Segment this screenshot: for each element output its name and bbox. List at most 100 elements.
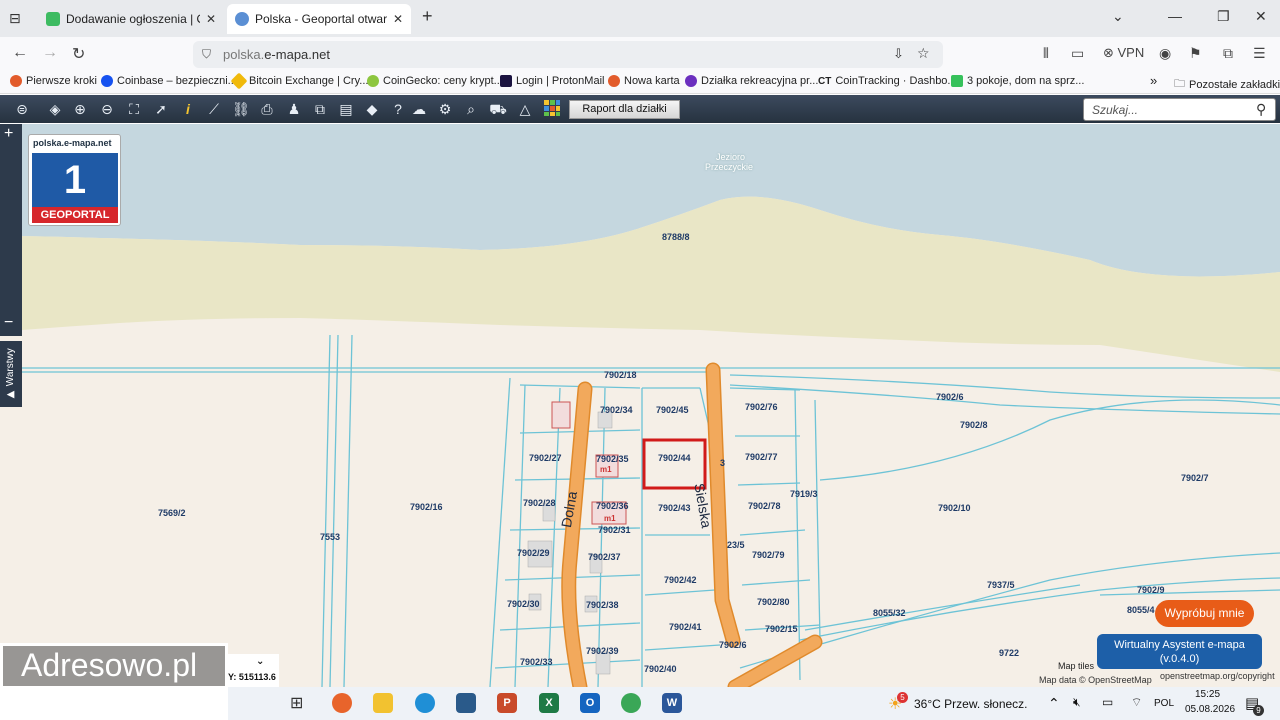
compare-icon[interactable]: ⧉ [310, 99, 330, 119]
close-tab-icon[interactable]: ✕ [206, 12, 216, 26]
osm-copyright-link[interactable]: openstreetmap.org/copyright [1160, 671, 1275, 681]
zoom-plus-icon[interactable]: + [4, 125, 13, 143]
zoom-out-icon[interactable]: ⊖ [97, 99, 117, 119]
help-icon[interactable]: ? [388, 99, 408, 119]
chevron-up-icon[interactable]: ⌃ [1048, 695, 1060, 712]
map-data-attribution[interactable]: Map data © OpenStreetMap [1039, 675, 1152, 685]
clock-time[interactable]: 15:25 [1195, 689, 1220, 700]
search-icon[interactable]: ⚲ [1256, 101, 1266, 118]
folder-icon: 🗀 [1174, 78, 1185, 90]
bookmark-item[interactable]: Coinbase – bezpieczni... [101, 75, 237, 87]
speaker-muted-icon[interactable]: 🔇︎ [1073, 695, 1081, 710]
extensions-puzzle-icon[interactable]: ⧉ [1223, 45, 1233, 62]
settings-gear-icon[interactable]: ⚙ [435, 99, 455, 119]
map-canvas[interactable]: Jezioro Przeczyckie 8788/8 7902/18 7902/… [0, 124, 1280, 687]
parcel-label: 23/5 [727, 540, 745, 550]
tab-dropdown-icon[interactable]: ⌄ [1112, 8, 1124, 25]
split-view-icon[interactable]: ▤ [336, 99, 356, 119]
minimize-icon[interactable]: — [1168, 8, 1182, 24]
maximize-icon[interactable]: ❐ [1217, 8, 1230, 25]
parcel-label: 7902/27 [529, 453, 562, 463]
battery-icon[interactable]: ▭ [1102, 695, 1113, 709]
binance-icon [230, 72, 248, 90]
parcel-label-selected[interactable]: 7902/44 [658, 453, 691, 463]
close-tab-icon[interactable]: ✕ [393, 12, 403, 26]
parcel-label: 7902/37 [588, 552, 621, 562]
layers-icon[interactable]: ◈ [45, 99, 65, 119]
language-indicator[interactable]: POL [1154, 698, 1174, 709]
info-icon[interactable]: i [178, 99, 198, 119]
vpn-button[interactable]: ⊗ VPN [1103, 45, 1144, 61]
bookmarks-bar: Pierwsze kroki Coinbase – bezpieczni... … [0, 71, 1280, 94]
zoom-minus-icon[interactable]: − [4, 314, 13, 332]
address-bar[interactable]: ⛉ polska. e-mapa.net ⇩ ☆ [193, 41, 943, 68]
file-explorer-icon[interactable] [373, 693, 393, 713]
firefox-taskbar-icon[interactable] [332, 693, 352, 713]
close-window-icon[interactable]: ✕ [1255, 8, 1267, 25]
chevron-down-icon[interactable]: ⌄ [256, 656, 264, 667]
task-view-icon[interactable]: ⊞ [290, 693, 303, 713]
other-bookmarks[interactable]: 🗀 Pozostałe zakładki [1174, 75, 1280, 94]
logo-site-name: polska.e-mapa.net [33, 138, 112, 148]
library-icon[interactable]: ⫴ [1043, 45, 1049, 62]
bookmark-item[interactable]: Działka rekreacyjna pr... [685, 75, 818, 87]
outlook-icon[interactable]: O [580, 693, 600, 713]
bookmark-star-icon[interactable]: ☆ [917, 45, 930, 62]
back-arrow-icon[interactable]: ← [12, 44, 28, 62]
bookmark-item[interactable]: Pierwsze kroki [10, 75, 97, 87]
bookmark-item[interactable]: 3 pokoje, dom na sprz... [951, 75, 1084, 87]
globe-logo-icon[interactable]: ⊜ [6, 99, 38, 119]
other-bookmarks-label: Pozostałe zakładki [1189, 78, 1280, 91]
cloud-upload-icon[interactable]: ☁ [409, 99, 429, 119]
extension-icon[interactable]: ⚑ [1189, 45, 1202, 62]
shopping-cart-icon[interactable]: ⛟ [488, 99, 508, 119]
street-view-icon[interactable]: ♟ [284, 99, 304, 119]
link-icon[interactable]: ⛓ [231, 99, 251, 119]
print-icon[interactable]: ⎙ [257, 99, 277, 119]
menu-icon[interactable]: ☰ [1253, 45, 1266, 62]
parcel-report-button[interactable]: Raport dla działki [569, 100, 680, 119]
wifi-icon[interactable]: ⌔ [1131, 695, 1142, 710]
layers-panel-toggle[interactable]: ▶ Warstwy [0, 341, 22, 407]
powerpoint-icon[interactable]: P [497, 693, 517, 713]
forward-arrow-icon[interactable]: → [42, 44, 58, 62]
new-tab-button[interactable]: + [422, 6, 433, 27]
app-taskbar-icon[interactable] [456, 693, 476, 713]
search-input[interactable]: Szukaj... [1083, 98, 1276, 121]
tab-otodom[interactable]: Dodawanie ogłoszenia | Otodom ✕ [38, 4, 224, 34]
search-area-icon[interactable]: ⌕ [461, 99, 481, 119]
selected-parcel-outline[interactable] [642, 438, 707, 490]
bookmark-item[interactable]: CoinGecko: ceny krypt... [367, 75, 503, 87]
comment-icon[interactable]: ◆ [362, 99, 382, 119]
zoom-extent-icon[interactable]: ⛶ [124, 99, 144, 119]
try-assistant-button[interactable]: Wypróbuj mnie [1155, 600, 1254, 627]
bookmark-item[interactable]: Login | ProtonMail [500, 75, 604, 87]
account-icon[interactable]: ◉ [1159, 45, 1171, 62]
zoom-slider[interactable]: + − [0, 124, 22, 336]
parcel-label: 8055/4 [1127, 605, 1155, 615]
edge-icon[interactable] [415, 693, 435, 713]
tab-list-icon[interactable]: ⊟ [9, 10, 21, 27]
sidebar-icon[interactable]: ▭ [1071, 45, 1084, 62]
zoom-in-icon[interactable]: ⊕ [70, 99, 90, 119]
parcel-label: 7902/16 [410, 502, 443, 512]
weather-text[interactable]: 36°C Przew. słonecz. [914, 697, 1028, 711]
terrain-icon[interactable]: △ [515, 99, 535, 119]
bookmark-item[interactable]: Bitcoin Exchange | Cry... [230, 72, 368, 90]
word-icon[interactable]: W [662, 693, 682, 713]
pointer-icon[interactable]: ➚ [151, 99, 171, 119]
virtual-assistant-button[interactable]: Wirtualny Asystent e-mapa (v.0.4.0) [1097, 634, 1262, 669]
clock-date[interactable]: 05.08.2026 [1185, 704, 1235, 715]
bookmark-item[interactable]: Nowa karta [608, 75, 680, 87]
excel-icon[interactable]: X [539, 693, 559, 713]
reload-icon[interactable]: ↻ [72, 44, 85, 64]
parcel-label: 7902/77 [745, 452, 778, 462]
parcel-label: 7902/80 [757, 597, 790, 607]
bookmark-item[interactable]: CT CoinTracking · Dashbo... [818, 75, 957, 87]
download-page-icon[interactable]: ⇩ [893, 46, 904, 62]
chrome-icon[interactable] [621, 693, 641, 713]
measure-line-icon[interactable]: ⟋ [204, 99, 224, 119]
tab-geoportal[interactable]: Polska - Geoportal otwartych da ✕ [227, 4, 411, 34]
more-bookmarks-icon[interactable]: » [1150, 73, 1157, 88]
color-grid-icon[interactable] [542, 99, 562, 119]
